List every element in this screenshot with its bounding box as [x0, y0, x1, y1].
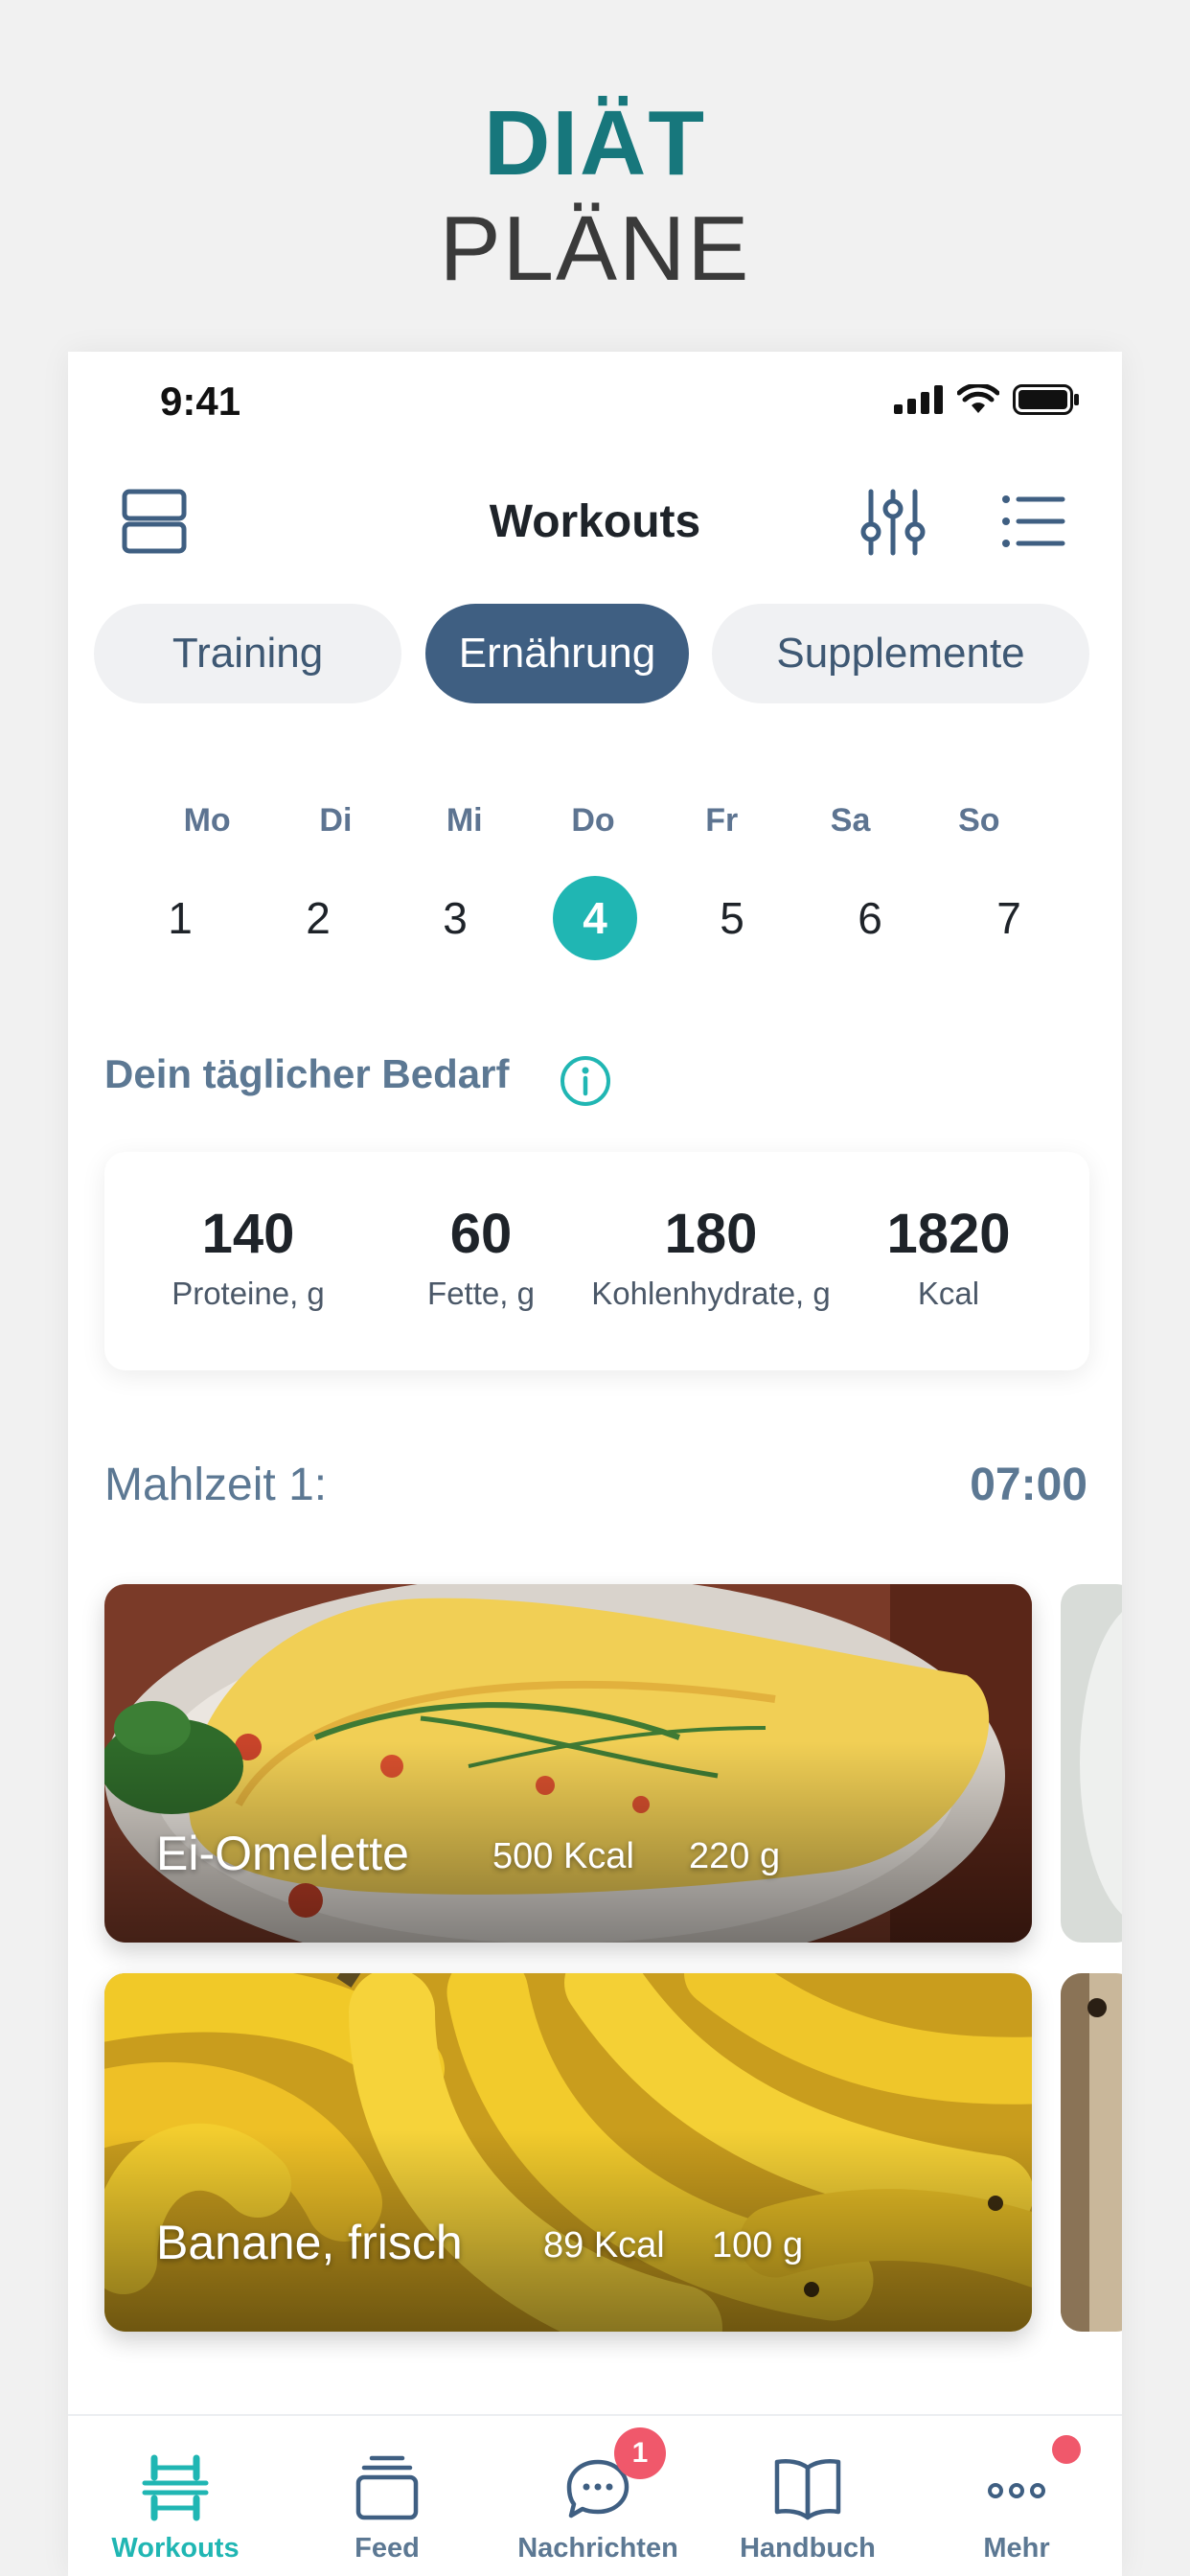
macro-value: 1820 [886, 1203, 1011, 1265]
date-7[interactable]: 7 [967, 876, 1051, 960]
macro-value: 180 [664, 1203, 758, 1265]
food-kcal: 89 Kcal [543, 2225, 665, 2266]
page-title: Workouts [489, 496, 701, 547]
date-3[interactable]: 3 [413, 876, 497, 960]
weekday-label: Fr [705, 802, 739, 839]
food-weight: 100 g [712, 2225, 804, 2266]
weekday-label: Sa [830, 802, 871, 839]
notification-badge: 1 [614, 2427, 666, 2479]
dumbbell-icon [142, 2454, 209, 2521]
weekday-label: Mi [446, 802, 483, 839]
tab-label: Nachrichten [517, 2533, 678, 2564]
weekday-label: Di [319, 802, 353, 839]
macro-fat: 60 Fette, g [356, 1152, 606, 1312]
phone-screen: 9:41 Workouts Training Ernährung Supplem… [68, 352, 1122, 2576]
macro-protein: 140 Proteine, g [124, 1152, 373, 1312]
weekday-header: Mo Di Mi Do Fr Sa So [143, 802, 1043, 840]
food-card-peek[interactable] [1061, 1973, 1122, 2332]
hero-title-line1: DIÄT [484, 92, 706, 195]
daily-requirement-title: Dein täglicher Bedarf [104, 1051, 510, 1096]
tab-handbuch[interactable]: Handbuch [712, 2416, 904, 2576]
notification-dot [1052, 2435, 1081, 2464]
tab-mehr[interactable]: Mehr [921, 2416, 1112, 2576]
bottom-tab-bar: Workouts Feed 1 Nachrichten Handbuch Meh… [68, 2414, 1122, 2576]
food-kcal: 500 Kcal [492, 1836, 634, 1876]
date-5[interactable]: 5 [690, 876, 774, 960]
macro-value: 60 [449, 1203, 513, 1265]
food-card-peek[interactable] [1061, 1584, 1122, 1943]
tab-label: Mehr [983, 2533, 1050, 2564]
date-4-selected[interactable]: 4 [553, 876, 637, 960]
tab-training[interactable]: Training [94, 604, 401, 703]
macro-carbs: 180 Kohlenhydrate, g [586, 1152, 835, 1312]
weekday-label: Do [571, 802, 615, 839]
list-menu-icon[interactable] [999, 488, 1066, 555]
book-icon [774, 2459, 841, 2520]
stack-icon [355, 2455, 419, 2520]
tab-nachrichten[interactable]: 1 Nachrichten [502, 2416, 694, 2576]
date-6[interactable]: 6 [828, 876, 912, 960]
plate-image [1061, 1584, 1122, 1943]
date-1[interactable]: 1 [138, 876, 222, 960]
meal-time: 07:00 [970, 1460, 1087, 1510]
macro-value: 140 [201, 1203, 295, 1265]
status-time: 9:41 [160, 379, 241, 424]
macro-card: 140 Proteine, g 60 Fette, g 180 Kohlenhy… [104, 1152, 1089, 1370]
status-icons [894, 384, 1080, 415]
meal-title: Mahlzeit 1: [104, 1460, 328, 1510]
wifi-icon [957, 384, 999, 413]
food-weight: 220 g [689, 1836, 781, 1876]
tab-supplemente[interactable]: Supplemente [712, 604, 1089, 703]
tab-ernaehrung[interactable]: Ernährung [425, 604, 689, 703]
bread-image [1061, 1973, 1122, 2332]
weekday-label: Mo [183, 802, 231, 839]
tab-label: Workouts [111, 2533, 240, 2564]
filter-sliders-icon[interactable] [859, 488, 927, 557]
tab-feed[interactable]: Feed [291, 2416, 483, 2576]
food-name: Banane, frisch [156, 2216, 463, 2269]
tab-label: Feed [355, 2533, 420, 2564]
hero-heading: DIÄT PLÄNE [0, 91, 1190, 302]
food-card-omelette[interactable]: Ei-Omelette 500 Kcal 220 g [104, 1584, 1032, 1943]
signal-icon [894, 385, 943, 414]
hero-title-line2: PLÄNE [439, 197, 751, 300]
macro-label: Kohlenhydrate, g [591, 1276, 831, 1311]
macro-label: Fette, g [427, 1276, 535, 1311]
macro-label: Kcal [917, 1276, 980, 1311]
tab-workouts[interactable]: Workouts [80, 2416, 271, 2576]
info-icon[interactable] [559, 1054, 612, 1108]
macro-label: Proteine, g [172, 1276, 325, 1311]
tab-label: Handbuch [740, 2533, 876, 2564]
food-card-banana[interactable]: Banane, frisch 89 Kcal 100 g [104, 1973, 1032, 2332]
battery-icon [1013, 384, 1079, 415]
macro-kcal: 1820 Kcal [824, 1152, 1073, 1312]
more-icon [988, 2483, 1045, 2498]
date-2[interactable]: 2 [276, 876, 360, 960]
food-name: Ei-Omelette [156, 1827, 409, 1880]
weekday-label: So [958, 802, 1000, 839]
